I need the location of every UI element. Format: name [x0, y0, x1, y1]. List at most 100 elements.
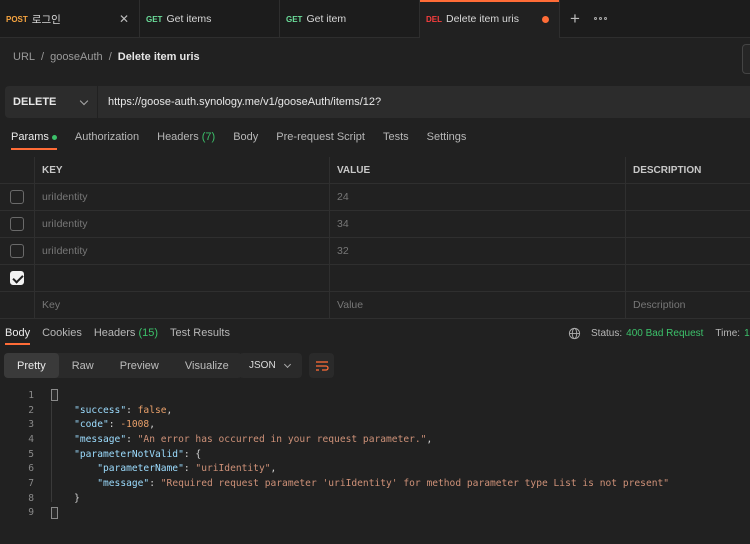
tab-test-results[interactable]: Test Results: [170, 327, 230, 345]
format-select[interactable]: JSON: [239, 353, 302, 378]
line-number: 6: [28, 463, 34, 475]
param-key[interactable]: uriIdentity: [35, 184, 330, 210]
more-icon[interactable]: [593, 17, 607, 20]
table-row: uriIdentity 34: [0, 211, 750, 238]
tab-headers-label: Headers: [157, 131, 199, 143]
param-value[interactable]: 34: [330, 211, 626, 237]
tab-get-item[interactable]: GET Get item: [280, 0, 420, 38]
line-number: 7: [28, 477, 34, 489]
time-label: Time:: [715, 328, 741, 339]
column-header-value: VALUE: [330, 157, 626, 183]
breadcrumb-current[interactable]: Delete item uris: [118, 51, 200, 63]
row-checkbox[interactable]: [10, 190, 24, 204]
response-body-code[interactable]: 1 2 "success": false, 3 "code": -1008, 4…: [0, 388, 750, 520]
tab-response-body[interactable]: Body: [5, 327, 31, 345]
active-dot-icon: [51, 134, 57, 140]
url-input[interactable]: https://goose-auth.synology.me/v1/gooseA…: [98, 86, 750, 118]
view-raw-button[interactable]: Raw: [59, 353, 107, 378]
response-tabs: Body Cookies Headers (15) Test Results: [5, 327, 242, 345]
tab-login[interactable]: POST 로그인 ✕: [0, 0, 140, 38]
line-number: 9: [28, 507, 34, 519]
json-value: false: [137, 404, 167, 416]
view-pretty-button[interactable]: Pretty: [4, 353, 59, 378]
json-key: "success": [74, 404, 127, 416]
breadcrumb: URL / gooseAuth / Delete item uris: [13, 51, 200, 63]
tab-response-headers-label: Headers: [93, 327, 136, 339]
param-description[interactable]: [626, 238, 750, 264]
table-row-new: Key Value Description: [0, 292, 750, 319]
tab-authorization[interactable]: Authorization: [75, 131, 139, 150]
tab-params[interactable]: Params: [11, 131, 57, 150]
param-description[interactable]: [626, 265, 750, 291]
param-value[interactable]: 32: [330, 238, 626, 264]
wrap-lines-button[interactable]: [309, 353, 334, 378]
tab-response-headers[interactable]: Headers (15): [94, 327, 158, 345]
tab-method: POST: [6, 14, 28, 24]
view-mode-group: Pretty Raw Preview Visualize: [4, 353, 242, 378]
method-value: DELETE: [13, 96, 57, 108]
code-line: 1: [0, 388, 750, 403]
code-line: 3 "code": -1008,: [0, 417, 750, 432]
view-visualize-button[interactable]: Visualize: [172, 353, 242, 378]
new-key-input[interactable]: Key: [35, 292, 330, 318]
breadcrumb-separator: /: [108, 51, 112, 63]
tab-cookies[interactable]: Cookies: [42, 327, 82, 345]
json-key: "parameterName": [97, 463, 184, 475]
tab-tests[interactable]: Tests: [383, 131, 409, 150]
side-panel-toggle[interactable]: [742, 44, 750, 74]
status-badge[interactable]: 400 Bad Request: [626, 328, 703, 339]
breadcrumb-collection[interactable]: gooseAuth: [50, 51, 103, 63]
json-value: "An error has occurred in your request p…: [137, 433, 427, 445]
column-header-description: DESCRIPTION: [633, 164, 702, 176]
param-key[interactable]: [35, 265, 330, 291]
request-tabs: Params Authorization Headers (7) Body Pr…: [11, 131, 484, 150]
breadcrumb-separator: /: [41, 51, 45, 63]
param-description[interactable]: [626, 184, 750, 210]
chevron-down-icon: [79, 96, 89, 106]
tab-delete-item-uris[interactable]: DEL Delete item uris: [420, 0, 560, 38]
format-value: JSON: [249, 360, 276, 371]
tab-headers[interactable]: Headers (7): [157, 131, 215, 150]
breadcrumb-root[interactable]: URL: [13, 51, 35, 63]
line-number: 8: [28, 492, 34, 504]
header-check-cell: [0, 157, 35, 183]
json-value: "uriIdentity": [195, 463, 271, 475]
tab-prerequest-script[interactable]: Pre-request Script: [276, 131, 365, 150]
globe-icon[interactable]: [568, 327, 581, 340]
params-table: KEY VALUE DESCRIPTION uriIdentity 24 uri…: [0, 157, 750, 319]
tab-method: GET: [286, 14, 303, 24]
param-description[interactable]: [626, 211, 750, 237]
line-number: 1: [28, 389, 34, 401]
tab-body[interactable]: Body: [233, 131, 258, 150]
plus-icon[interactable]: +: [570, 9, 580, 29]
tab-bar: POST 로그인 ✕ GET Get items GET Get item DE…: [0, 0, 750, 38]
json-key: "message": [74, 433, 127, 445]
code-line: 9: [0, 506, 750, 521]
code-line: 8 }: [0, 491, 750, 506]
row-checkbox[interactable]: [10, 244, 24, 258]
code-line: 2 "success": false,: [0, 403, 750, 418]
response-status: Status: 400 Bad Request Time: 134: [568, 327, 750, 340]
tab-get-items[interactable]: GET Get items: [140, 0, 280, 38]
new-description-input[interactable]: Description: [626, 292, 750, 318]
tab-settings[interactable]: Settings: [427, 131, 467, 150]
row-checkbox-checked[interactable]: [10, 271, 24, 285]
param-key[interactable]: uriIdentity: [35, 211, 330, 237]
row-checkbox[interactable]: [10, 217, 24, 231]
json-key: "message": [97, 477, 150, 489]
param-value[interactable]: 24: [330, 184, 626, 210]
param-value[interactable]: [330, 265, 626, 291]
table-header-row: KEY VALUE DESCRIPTION: [0, 157, 750, 184]
table-row: uriIdentity 24: [0, 184, 750, 211]
close-icon[interactable]: ✕: [119, 12, 129, 26]
json-key: "code": [74, 419, 109, 431]
method-select[interactable]: DELETE: [5, 86, 97, 118]
param-key[interactable]: uriIdentity: [35, 238, 330, 264]
response-headers-count: (15): [138, 327, 159, 339]
view-preview-button[interactable]: Preview: [107, 353, 172, 378]
tab-label: Get item: [306, 13, 347, 25]
new-value-input[interactable]: Value: [330, 292, 626, 318]
time-value[interactable]: 134: [744, 328, 750, 339]
unsaved-dot-icon: [542, 15, 549, 23]
tab-label: 로그인: [31, 13, 61, 26]
